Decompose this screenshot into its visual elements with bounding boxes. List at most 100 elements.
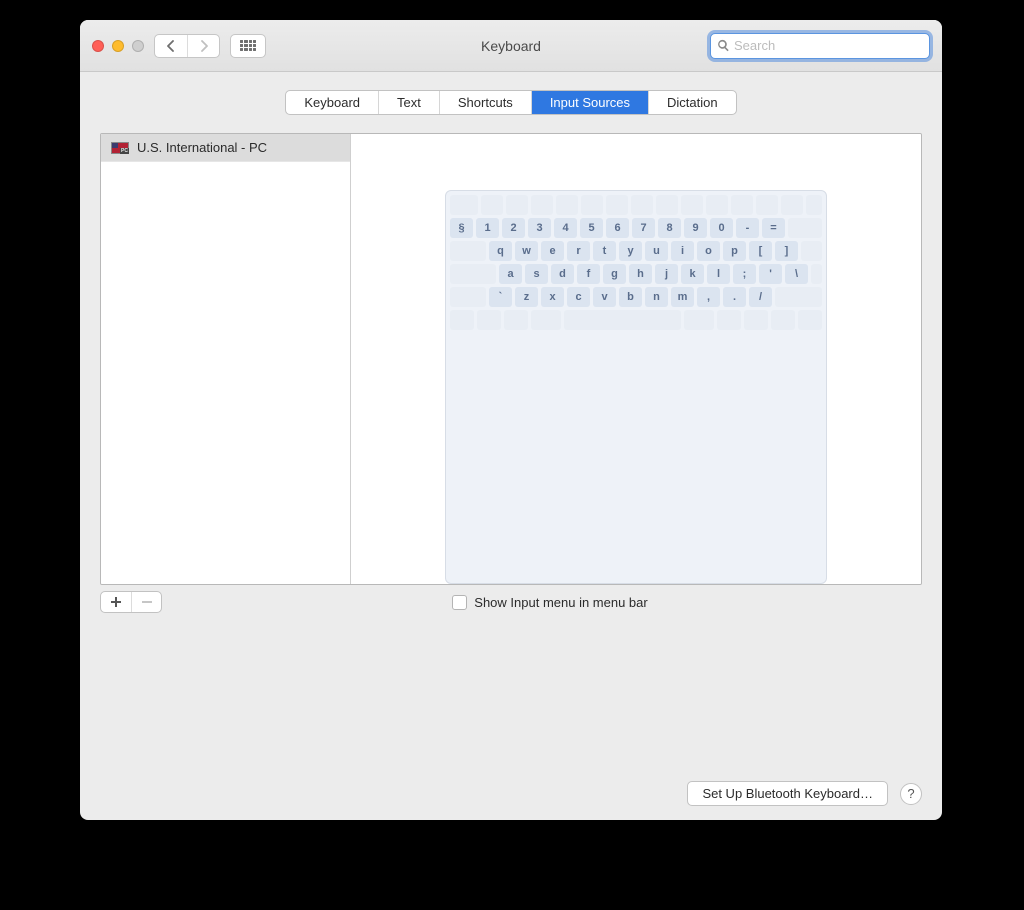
below-sources-row: Show Input menu in menu bar (100, 591, 922, 613)
key-delete (788, 218, 822, 238)
key: e (541, 241, 564, 261)
input-sources-panel: U.S. International - PC (100, 133, 922, 613)
key-cmd (531, 310, 561, 330)
key-blank (801, 241, 822, 261)
show-input-menu-checkbox[interactable]: Show Input menu in menu bar (452, 595, 647, 610)
input-source-label: U.S. International - PC (137, 140, 267, 155)
key: y (619, 241, 642, 261)
key: 8 (658, 218, 681, 238)
grid-icon (240, 40, 256, 52)
key-blank (731, 195, 753, 215)
close-window-button[interactable] (92, 40, 104, 52)
key: \ (785, 264, 808, 284)
key: 7 (632, 218, 655, 238)
key-blank (450, 195, 478, 215)
key: ' (759, 264, 782, 284)
tabs: Keyboard Text Shortcuts Input Sources Di… (285, 90, 736, 115)
bottom-bar: Set Up Bluetooth Keyboard… ? (100, 731, 922, 806)
key-cmd (684, 310, 714, 330)
key: - (736, 218, 759, 238)
key: = (762, 218, 785, 238)
key: r (567, 241, 590, 261)
search-icon (717, 39, 730, 52)
keyboard-layout: § 1 2 3 4 5 6 7 8 9 0 - = (445, 190, 827, 584)
nav-back-forward (154, 34, 220, 58)
key: j (655, 264, 678, 284)
key: n (645, 287, 668, 307)
key: § (450, 218, 473, 238)
key-blank (781, 195, 803, 215)
key-blank (681, 195, 703, 215)
tab-strip: Keyboard Text Shortcuts Input Sources Di… (80, 90, 942, 115)
key-fn (450, 310, 474, 330)
checkbox-label: Show Input menu in menu bar (474, 595, 647, 610)
key: a (499, 264, 522, 284)
key: k (681, 264, 704, 284)
key: m (671, 287, 694, 307)
window-controls (92, 40, 144, 52)
minimize-window-button[interactable] (112, 40, 124, 52)
key-caps (450, 264, 496, 284)
titlebar: Keyboard (80, 20, 942, 72)
input-source-list[interactable]: U.S. International - PC (101, 134, 351, 584)
key: u (645, 241, 668, 261)
plus-icon (110, 596, 122, 608)
key: 1 (476, 218, 499, 238)
search-input[interactable] (734, 38, 923, 53)
key: / (749, 287, 772, 307)
key-blank (581, 195, 603, 215)
key: 5 (580, 218, 603, 238)
key-blank (806, 195, 822, 215)
key-arrow (798, 310, 822, 330)
key-blank (556, 195, 578, 215)
key-return (811, 264, 822, 284)
key: 2 (502, 218, 525, 238)
key: c (567, 287, 590, 307)
key: ; (733, 264, 756, 284)
key-shift (450, 287, 486, 307)
setup-bluetooth-button[interactable]: Set Up Bluetooth Keyboard… (687, 781, 888, 806)
tab-input-sources[interactable]: Input Sources (531, 91, 648, 114)
key: 0 (710, 218, 733, 238)
key: ] (775, 241, 798, 261)
window-body: Keyboard Text Shortcuts Input Sources Di… (80, 72, 942, 820)
key: g (603, 264, 626, 284)
input-source-item[interactable]: U.S. International - PC (101, 134, 350, 162)
key: v (593, 287, 616, 307)
key-blank (756, 195, 778, 215)
key-arrow (771, 310, 795, 330)
key: f (577, 264, 600, 284)
key: 3 (528, 218, 551, 238)
key: q (489, 241, 512, 261)
tab-dictation[interactable]: Dictation (648, 91, 736, 114)
us-flag-pc-icon (111, 142, 129, 154)
show-all-button[interactable] (230, 34, 266, 58)
key: b (619, 287, 642, 307)
key: h (629, 264, 652, 284)
checkbox-box[interactable] (452, 595, 467, 610)
add-source-button[interactable] (101, 592, 131, 612)
question-icon: ? (907, 786, 914, 801)
chevron-right-icon (199, 40, 209, 52)
tab-shortcuts[interactable]: Shortcuts (439, 91, 531, 114)
key: x (541, 287, 564, 307)
tab-keyboard[interactable]: Keyboard (286, 91, 378, 114)
search-field[interactable] (710, 33, 930, 59)
back-button[interactable] (155, 35, 187, 57)
key-blank (631, 195, 653, 215)
key-blank (506, 195, 528, 215)
key-shift (775, 287, 822, 307)
key: . (723, 287, 746, 307)
preferences-window: Keyboard Keyboard Text Shortcuts Input S… (80, 20, 942, 820)
key: t (593, 241, 616, 261)
key-blank (706, 195, 728, 215)
key-blank (531, 195, 553, 215)
minus-icon (141, 596, 153, 608)
key: z (515, 287, 538, 307)
key: p (723, 241, 746, 261)
key: l (707, 264, 730, 284)
key: [ (749, 241, 772, 261)
tab-text[interactable]: Text (378, 91, 439, 114)
help-button[interactable]: ? (900, 783, 922, 805)
key-blank (656, 195, 678, 215)
